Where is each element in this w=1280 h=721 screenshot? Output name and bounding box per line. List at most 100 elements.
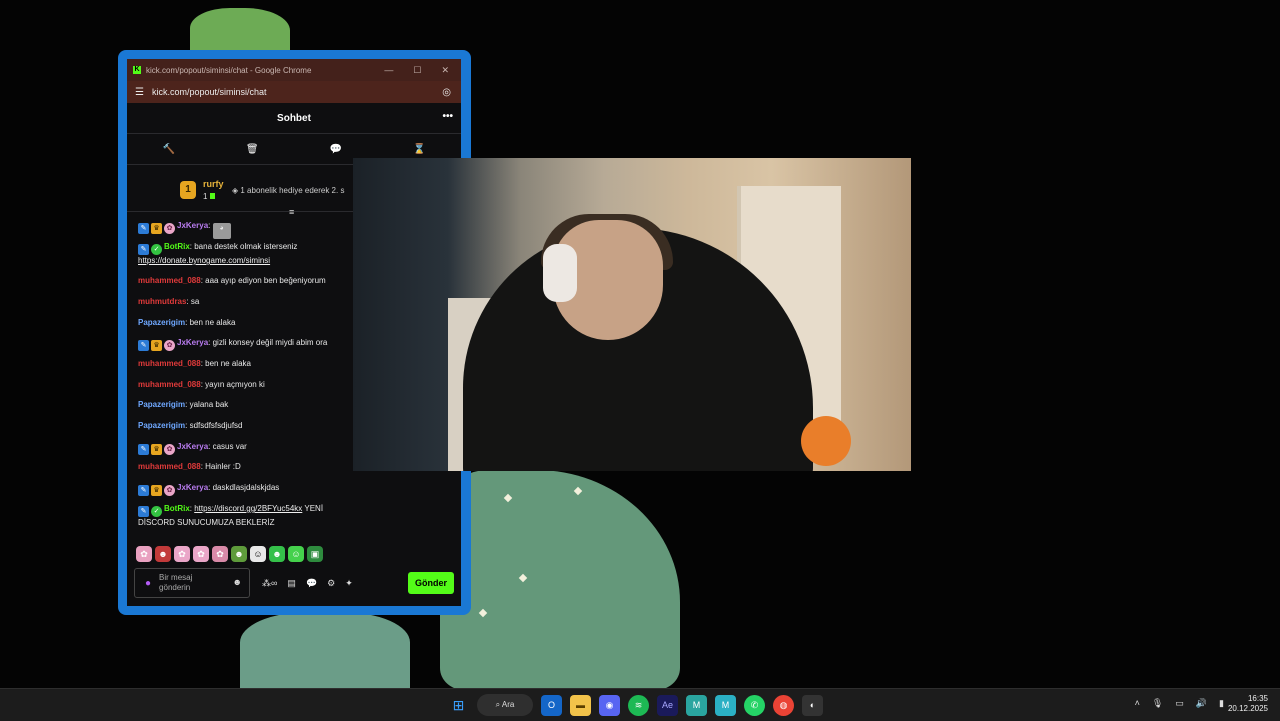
whatsapp-icon[interactable]: ✆ bbox=[744, 694, 765, 716]
chat-message-input[interactable]: ● Bir mesaj gönderin ☻ bbox=[134, 568, 250, 598]
chat-username[interactable]: BotRix bbox=[164, 242, 190, 251]
emote-icon[interactable]: ✿ bbox=[136, 546, 152, 562]
pinned-username[interactable]: rurfy bbox=[203, 179, 224, 189]
chat-username[interactable]: Papazerigim bbox=[138, 400, 185, 409]
headset bbox=[543, 244, 577, 302]
chat-username[interactable]: JxKerya bbox=[177, 338, 208, 347]
chat-username[interactable]: BotRix bbox=[164, 504, 190, 513]
chat-text: : ben ne alaka bbox=[185, 318, 236, 327]
chat-text: : casus var bbox=[208, 442, 247, 451]
ban-hammer-icon[interactable]: 🔨 bbox=[162, 144, 174, 155]
trash-icon[interactable]: 🗑 bbox=[246, 144, 259, 155]
chat-username[interactable]: muhammed_088 bbox=[138, 359, 201, 368]
chat-message: ✎ ✓ BotRix: bana destek olmak isterseniz h… bbox=[138, 241, 358, 266]
emote-icon[interactable]: ✿ bbox=[193, 546, 209, 562]
minimize-button[interactable]: — bbox=[384, 65, 393, 76]
microphone-icon[interactable]: ● bbox=[145, 578, 151, 589]
chat-username[interactable]: Papazerigim bbox=[138, 318, 185, 327]
chat-text: : Hainler :D bbox=[200, 462, 241, 471]
boost-icon[interactable]: ✦ bbox=[345, 578, 353, 589]
crown-badge-icon[interactable]: ♛ bbox=[151, 223, 162, 234]
store-icon[interactable]: ▤ bbox=[287, 578, 296, 589]
emoji-picker-icon[interactable]: ☻ bbox=[233, 577, 242, 587]
microphone-tray-icon[interactable]: 🎙 bbox=[1152, 698, 1163, 709]
verified-badge-icon[interactable]: ✓ bbox=[151, 244, 162, 255]
spotify-icon[interactable]: ≋ bbox=[628, 694, 649, 716]
chat-username[interactable]: muhammed_088 bbox=[138, 380, 201, 389]
chat-text: : sa bbox=[186, 297, 200, 306]
chat-username[interactable]: muhammed_088 bbox=[138, 276, 201, 285]
chat-input-row: ● Bir mesaj gönderin ☻ ⁂∞ ▤ 💬 ⚙ ✦ Gönder bbox=[134, 568, 454, 598]
app-m2-icon[interactable]: M bbox=[715, 694, 736, 716]
file-explorer-icon[interactable]: ▬ bbox=[570, 694, 591, 716]
address-bar[interactable]: ☰ kick.com/popout/siminsi/chat ◎ bbox=[127, 81, 461, 103]
windows-start-icon[interactable]: ⊞ bbox=[448, 695, 469, 716]
mod-badge-icon[interactable]: ✎ bbox=[138, 485, 149, 496]
input-placeholder: Bir mesaj gönderin bbox=[159, 573, 193, 592]
gifter-badge-icon[interactable]: ✿ bbox=[164, 485, 175, 496]
discord-icon[interactable]: ◉ bbox=[599, 694, 620, 716]
window-titlebar[interactable]: K kick.com/popout/siminsi/chat - Google … bbox=[127, 59, 461, 81]
frog-emote-icon[interactable]: ☻ bbox=[231, 546, 247, 562]
collapse-filter-icon[interactable]: ≡ bbox=[289, 207, 294, 217]
crown-badge-icon[interactable]: ♛ bbox=[151, 340, 162, 351]
chat-bubble-icon[interactable]: 💬 bbox=[330, 144, 342, 155]
pinned-count: 1 bbox=[203, 192, 215, 201]
chat-username[interactable]: JxKerya bbox=[177, 442, 208, 451]
emote-icon[interactable]: ✿ bbox=[174, 546, 190, 562]
site-settings-icon[interactable]: ☰ bbox=[135, 87, 144, 98]
kicks-icon[interactable]: ⁂∞ bbox=[262, 578, 277, 589]
chat-username[interactable]: JxKerya bbox=[177, 483, 208, 492]
mod-badge-icon[interactable]: ✎ bbox=[138, 340, 149, 351]
chat-title: Sohbet bbox=[277, 112, 311, 124]
mod-badge-icon[interactable]: ✎ bbox=[138, 223, 149, 234]
chat-text: : bana destek olmak isterseniz bbox=[189, 242, 298, 251]
crown-badge-icon[interactable]: ♛ bbox=[151, 485, 162, 496]
system-tray: ˄ 🎙 ▭ 🔊 ▮ bbox=[1135, 698, 1224, 709]
mod-badge-icon[interactable]: ✎ bbox=[138, 244, 149, 255]
mod-badge-icon[interactable]: ✎ bbox=[138, 444, 149, 455]
chat-link[interactable]: https://donate.bynogame.com/siminsi bbox=[138, 256, 270, 265]
close-button[interactable]: ✕ bbox=[441, 65, 449, 76]
mod-badge-icon[interactable]: ✎ bbox=[138, 506, 149, 517]
after-effects-icon[interactable]: Ae bbox=[657, 694, 678, 716]
taskbar-clock[interactable]: 16:35 20.12.2025 bbox=[1228, 694, 1268, 714]
chat-message: muhammed_088: yayın açmıyon ki bbox=[138, 379, 358, 390]
chat-icon[interactable]: 💬 bbox=[306, 578, 317, 589]
hourglass-icon[interactable]: ⌛ bbox=[413, 144, 425, 155]
chat-message: Papazerigim: ben ne alaka bbox=[138, 317, 358, 328]
chat-username[interactable]: Papazerigim bbox=[138, 421, 185, 430]
chat-link[interactable]: https://discord.gg/2BFYuc54kx bbox=[194, 504, 302, 513]
app-m-icon[interactable]: M bbox=[686, 694, 707, 716]
ghost-emote-icon[interactable]: ☺ bbox=[250, 546, 266, 562]
network-icon[interactable]: ▭ bbox=[1175, 698, 1184, 709]
eye-off-icon[interactable]: ◎ bbox=[442, 87, 451, 98]
emote-icon[interactable]: ☻ bbox=[155, 546, 171, 562]
emote-icon[interactable]: ☻ bbox=[269, 546, 285, 562]
emote-icon[interactable]: ▣ bbox=[307, 546, 323, 562]
gifter-badge-icon[interactable]: ✿ bbox=[164, 223, 175, 234]
settings-gear-icon[interactable]: ⚙ bbox=[327, 578, 335, 589]
obs-icon[interactable]: ◐ bbox=[802, 694, 823, 716]
verified-badge-icon[interactable]: ✓ bbox=[151, 506, 162, 517]
chat-username[interactable]: muhammed_088 bbox=[138, 462, 201, 471]
taskbar-search[interactable]: ⌕ Ara bbox=[477, 694, 533, 716]
maximize-button[interactable]: ☐ bbox=[413, 65, 421, 76]
gifter-badge-icon[interactable]: ✿ bbox=[164, 340, 175, 351]
plush-toy bbox=[801, 416, 851, 466]
crown-badge-icon[interactable]: ♛ bbox=[151, 444, 162, 455]
chat-username[interactable]: muhmutdras bbox=[138, 297, 186, 306]
chevron-up-icon[interactable]: ˄ bbox=[1135, 698, 1140, 709]
more-options-icon[interactable]: ••• bbox=[442, 111, 453, 122]
chrome-icon[interactable]: ◍ bbox=[773, 694, 794, 716]
emote-icon[interactable]: ☺ bbox=[288, 546, 304, 562]
battery-icon[interactable]: ▮ bbox=[1219, 698, 1224, 709]
outlook-icon[interactable]: O bbox=[541, 694, 562, 716]
chat-message: ✎ ♛ ✿ JxKerya: gizli konsey değil miydi abi… bbox=[138, 337, 358, 351]
send-button[interactable]: Gönder bbox=[407, 572, 454, 594]
cat-emote-icon: ◕ bbox=[212, 223, 231, 239]
emote-icon[interactable]: ✿ bbox=[212, 546, 228, 562]
chat-username[interactable]: JxKerya bbox=[177, 221, 208, 230]
volume-icon[interactable]: 🔊 bbox=[1196, 698, 1207, 709]
gifter-badge-icon[interactable]: ✿ bbox=[164, 444, 175, 455]
